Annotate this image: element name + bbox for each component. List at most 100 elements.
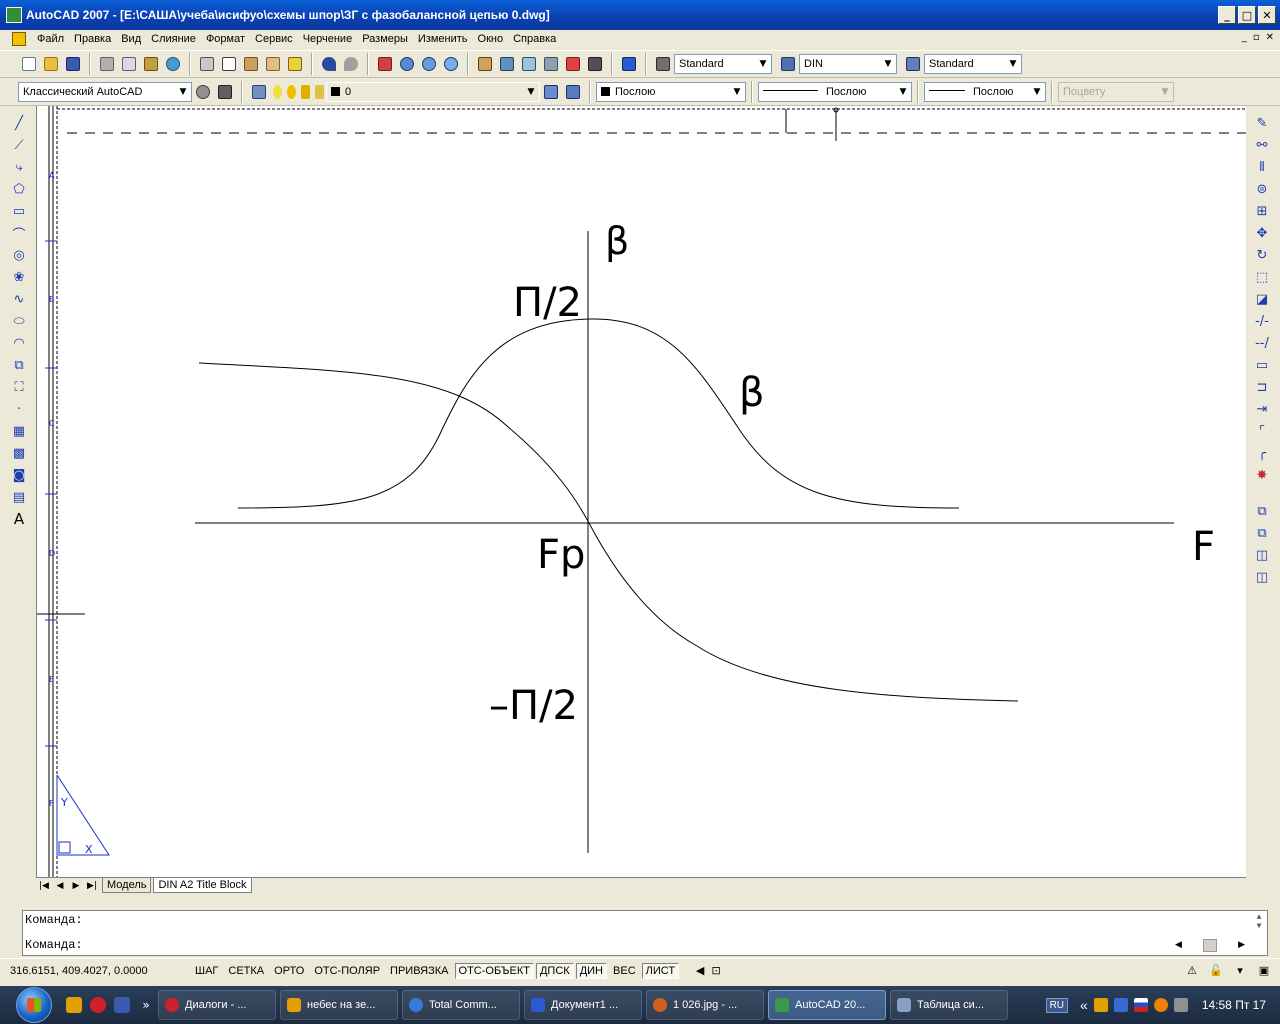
sheet-set-button[interactable]	[541, 54, 561, 74]
viewport-icon[interactable]: ⊡	[708, 963, 724, 979]
menu-tools[interactable]: Сервис	[250, 33, 298, 45]
dynamic-input-toggle[interactable]: ДИН	[575, 962, 608, 979]
f-axis-label[interactable]: F	[1192, 524, 1215, 570]
lineweight-select[interactable]: Послою ▼	[924, 81, 1046, 102]
language-indicator[interactable]: RU	[1045, 997, 1069, 1013]
revision-cloud-tool[interactable]: ❀	[9, 266, 29, 288]
make-object-layer-current-button[interactable]	[541, 82, 561, 102]
bring-above-tool[interactable]: ◫	[1252, 544, 1272, 566]
block-editor-button[interactable]	[285, 54, 305, 74]
drawing-area[interactable]: A B C D E F β П/2 β Fp F –П/2 Y X	[36, 106, 1246, 877]
ortho-toggle[interactable]: ОРТО	[270, 963, 308, 979]
first-tab-button[interactable]: |◀	[36, 881, 52, 891]
grid-toggle[interactable]: СЕТКА	[224, 963, 268, 979]
table-style-select[interactable]: Standard ▼	[924, 54, 1022, 74]
last-tab-button[interactable]: ▶|	[84, 881, 100, 891]
mirror-tool[interactable]: ⫴	[1252, 156, 1272, 178]
layer-previous-button[interactable]	[563, 82, 583, 102]
ellipse-arc-tool[interactable]: ◠	[9, 332, 29, 354]
design-center-button[interactable]	[497, 54, 517, 74]
menu-draw[interactable]: Черчение	[298, 33, 358, 45]
publish-button[interactable]	[141, 54, 161, 74]
command-line-window[interactable]: Команда: Команда: ▲ ▼ ◀ ▶	[22, 910, 1268, 956]
new-button[interactable]	[19, 54, 39, 74]
region-tool[interactable]: ◙	[9, 464, 29, 486]
copy-object-tool[interactable]: ⚯	[1252, 134, 1272, 156]
explode-tool[interactable]: ✸	[1252, 464, 1272, 486]
insert-block-tool[interactable]: ⧉	[9, 354, 29, 376]
send-under-tool[interactable]: ◫	[1252, 566, 1272, 588]
previous-tab-button[interactable]: ◀	[52, 881, 68, 891]
polyline-tool[interactable]: ⤷	[9, 156, 29, 178]
save-button[interactable]	[63, 54, 83, 74]
command-prompt[interactable]: Команда:	[25, 938, 83, 952]
object-snap-tracking-toggle[interactable]: ОТС-ОБЪЕКТ	[454, 962, 534, 979]
linetype-select[interactable]: Послою ▼	[758, 81, 912, 102]
polar-tracking-toggle[interactable]: ОТС-ПОЛЯР	[310, 963, 384, 979]
trim-tool[interactable]: -/-	[1252, 310, 1272, 332]
zoom-realtime-button[interactable]	[397, 54, 417, 74]
help-button[interactable]	[619, 54, 639, 74]
plot-button[interactable]	[97, 54, 117, 74]
autocad-app-icon[interactable]	[6, 7, 22, 23]
copy-button[interactable]	[219, 54, 239, 74]
toolbar-lock-icon[interactable]: 🔓	[1208, 962, 1224, 978]
erase-tool[interactable]: ✎	[1252, 112, 1272, 134]
point-tool[interactable]: ·	[9, 398, 29, 420]
scale-tool[interactable]: ⬚	[1252, 266, 1272, 288]
save-disk-icon[interactable]	[114, 997, 130, 1013]
zoom-previous-button[interactable]	[441, 54, 461, 74]
bring-to-front-tool[interactable]: ⧉	[1252, 500, 1272, 522]
lineweight-toggle[interactable]: ВЕС	[609, 963, 640, 979]
spline-tool[interactable]: ∿	[9, 288, 29, 310]
menu-file[interactable]: Файл	[32, 33, 69, 45]
rotate-tool[interactable]: ↻	[1252, 244, 1272, 266]
taskbar-item[interactable]: 1 026.jpg - ...	[646, 990, 764, 1020]
communication-center-icon[interactable]: ⚠	[1184, 962, 1200, 978]
coordinate-readout[interactable]: 316.6151, 409.4027, 0.0000	[10, 965, 190, 977]
doc-restore-button[interactable]: ▫	[1253, 32, 1260, 43]
taskbar-item[interactable]: небес на зе...	[280, 990, 398, 1020]
command-scroll-arrows-icon[interactable]: ▲ ▼	[1253, 913, 1265, 933]
undo-button[interactable]	[319, 54, 339, 74]
tab-model[interactable]: Модель	[102, 878, 152, 893]
join-tool[interactable]: ⇥	[1252, 398, 1272, 420]
doc-minimize-button[interactable]: _	[1242, 32, 1247, 43]
layer-viewport-toggle[interactable]	[299, 82, 311, 102]
layer-freeze-toggle[interactable]	[285, 82, 297, 102]
menu-dimension[interactable]: Размеры	[357, 33, 413, 45]
move-tool[interactable]: ✥	[1252, 222, 1272, 244]
polygon-tool[interactable]: ⬠	[9, 178, 29, 200]
tab-din-a2-title-block[interactable]: DIN A2 Title Block	[153, 878, 252, 893]
menu-format[interactable]: Формат	[201, 33, 250, 45]
taskbar-item[interactable]: Total Comm...	[402, 990, 520, 1020]
pi-half-label[interactable]: П/2	[513, 280, 582, 326]
menu-modify[interactable]: Изменить	[413, 33, 473, 45]
minimize-button[interactable]: _	[1218, 6, 1236, 24]
send-to-back-tool[interactable]: ⧉	[1252, 522, 1272, 544]
offset-tool[interactable]: ⊜	[1252, 178, 1272, 200]
doc-close-button[interactable]: ✕	[1266, 32, 1274, 43]
tool-palettes-button[interactable]	[519, 54, 539, 74]
rectangle-tool[interactable]: ▭	[9, 200, 29, 222]
command-horizontal-scroll[interactable]: ◀ ▶	[1175, 937, 1245, 953]
menu-help[interactable]: Справка	[508, 33, 561, 45]
phase-s-curve[interactable]	[198, 362, 1019, 702]
beta-axis-label[interactable]: β	[605, 219, 629, 263]
beta-bell-curve[interactable]	[237, 318, 960, 509]
gradient-tool[interactable]: ▩	[9, 442, 29, 464]
object-snap-toggle[interactable]: ПРИВЯЗКА	[386, 963, 452, 979]
color-select[interactable]: Послою ▼	[596, 81, 746, 102]
menu-window[interactable]: Окно	[473, 33, 509, 45]
beta-curve-label[interactable]: β	[739, 370, 765, 416]
properties-button[interactable]	[475, 54, 495, 74]
next-tab-button[interactable]: ▶	[68, 881, 84, 891]
menu-view[interactable]: Вид	[116, 33, 146, 45]
construction-line-tool[interactable]: ⟋	[9, 134, 29, 156]
etransmit-button[interactable]	[163, 54, 183, 74]
text-style-select[interactable]: Standard ▼	[674, 54, 772, 74]
ellipse-tool[interactable]: ⬭	[9, 310, 29, 332]
start-button[interactable]	[16, 987, 52, 1023]
cut-button[interactable]	[197, 54, 217, 74]
maximize-button[interactable]: □	[1238, 6, 1256, 24]
